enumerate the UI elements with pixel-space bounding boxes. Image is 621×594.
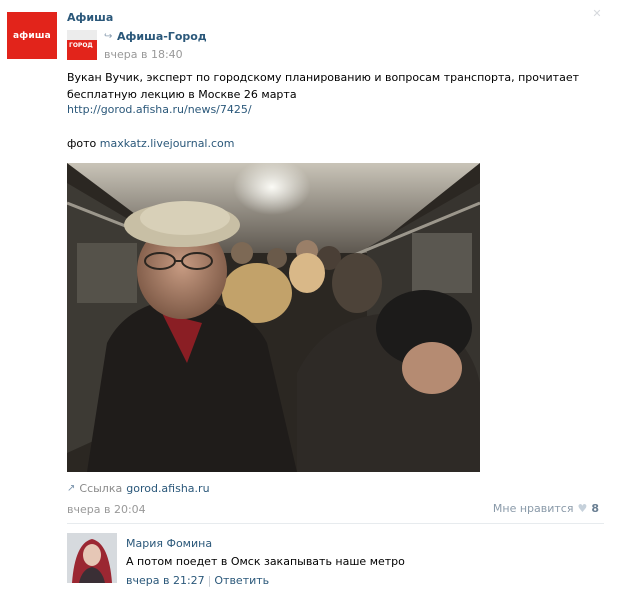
comment-meta: вчера в 21:27 | Ответить [126, 574, 269, 587]
comment-author-avatar[interactable] [67, 533, 117, 583]
repost-time-link[interactable]: вчера в 18:40 [104, 48, 183, 61]
comments-divider [67, 523, 604, 524]
author-avatar-logo: афиша [13, 30, 51, 41]
comment-avatar-photo [67, 533, 117, 583]
wall-post: афиша Афиша ✕ ГОРОД ↪ Афиша-Город вчера … [0, 0, 621, 594]
repost-source-avatar[interactable]: ГОРОД [67, 30, 97, 60]
repost-source-name-link[interactable]: Афиша-Город [117, 30, 207, 43]
author-name-link[interactable]: Афиша [67, 11, 113, 24]
photo-credit-link[interactable]: maxkatz.livejournal.com [100, 137, 235, 150]
share-arrow-icon: ↗ [67, 483, 76, 494]
attached-link-label: Ссылка [79, 482, 123, 495]
comment-text: А потом поедет в Омск закапывать наше ме… [126, 555, 405, 568]
subway-car-photo [67, 163, 480, 472]
attached-link-domain[interactable]: gorod.afisha.ru [126, 482, 209, 495]
like-button[interactable]: Мне нравится ♥ 8 [493, 502, 599, 515]
photo-credit-prefix: фото [67, 137, 97, 150]
close-icon[interactable]: ✕ [591, 8, 603, 20]
post-text: Вукан Вучик, эксперт по городскому плани… [67, 71, 579, 101]
attached-link[interactable]: ↗ Ссылка gorod.afisha.ru [67, 482, 210, 495]
reply-link[interactable]: Ответить [214, 574, 269, 587]
photo-credit: фото maxkatz.livejournal.com [67, 137, 234, 150]
comment-author-link[interactable]: Мария Фомина [126, 537, 212, 550]
comment-meta-separator: | [207, 574, 212, 587]
heart-icon: ♥ [577, 502, 588, 515]
post-news-link[interactable]: http://gorod.afisha.ru/news/7425/ [67, 103, 252, 116]
like-count: 8 [591, 502, 599, 515]
post-photo[interactable] [67, 163, 480, 472]
repost-avatar-logo: ГОРОД [69, 42, 93, 49]
like-label: Мне нравится [492, 502, 574, 515]
author-avatar[interactable]: афиша [7, 12, 57, 59]
comment-time-link[interactable]: вчера в 21:27 [126, 574, 205, 587]
repost-arrow-icon: ↪ [104, 31, 113, 42]
post-time-link[interactable]: вчера в 20:04 [67, 503, 146, 516]
